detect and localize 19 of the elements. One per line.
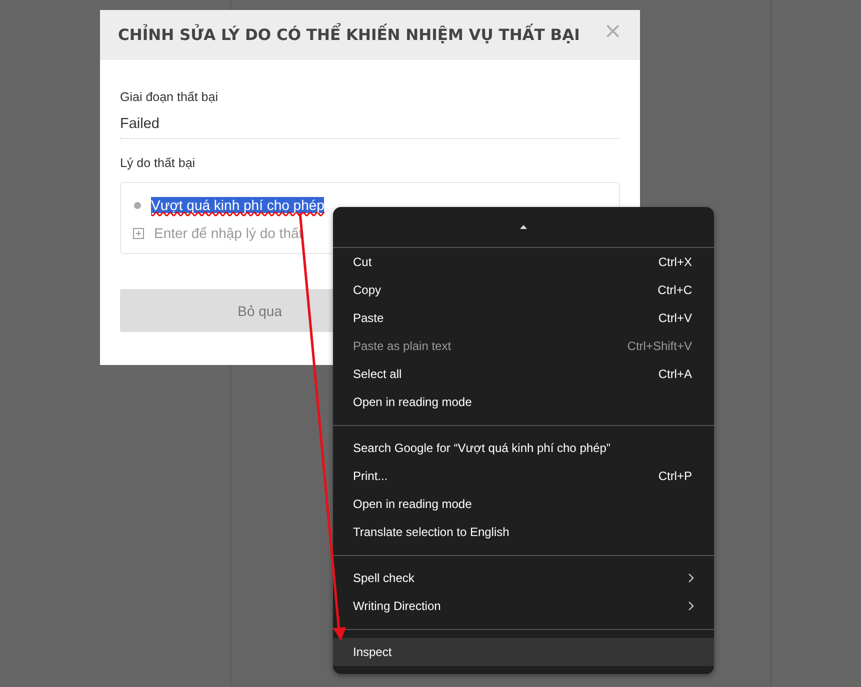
menu-item[interactable]: Open in reading mode [333, 388, 714, 416]
bullet-icon [134, 202, 141, 208]
menu-item[interactable]: Select all Ctrl+A [333, 360, 714, 388]
menu-item[interactable]: Print... Ctrl+P [333, 462, 714, 490]
field-label: Lý do thất bại [120, 156, 196, 170]
reason-text[interactable]: Vượt quá kinh phí cho phép [151, 197, 324, 213]
field-value: Failed [120, 116, 620, 139]
menu-item[interactable]: Inspect [333, 638, 714, 666]
menu-item[interactable]: Writing Direction [333, 592, 714, 620]
menu-item[interactable]: Open in reading mode [333, 490, 714, 518]
plus-icon[interactable] [133, 228, 144, 238]
chevron-right-icon [688, 573, 694, 583]
menu-item[interactable]: Translate selection to English [333, 518, 714, 546]
scroll-up-icon[interactable] [520, 225, 527, 229]
chevron-right-icon [688, 601, 694, 611]
menu-item[interactable]: Search Google for “Vượt quá kinh phí cho phép” [333, 434, 714, 462]
menu-item[interactable]: Spell check [333, 564, 714, 592]
field-label: Giai đoạn thất bại [120, 90, 219, 104]
menu-item[interactable]: Cut Ctrl+X [333, 248, 714, 276]
